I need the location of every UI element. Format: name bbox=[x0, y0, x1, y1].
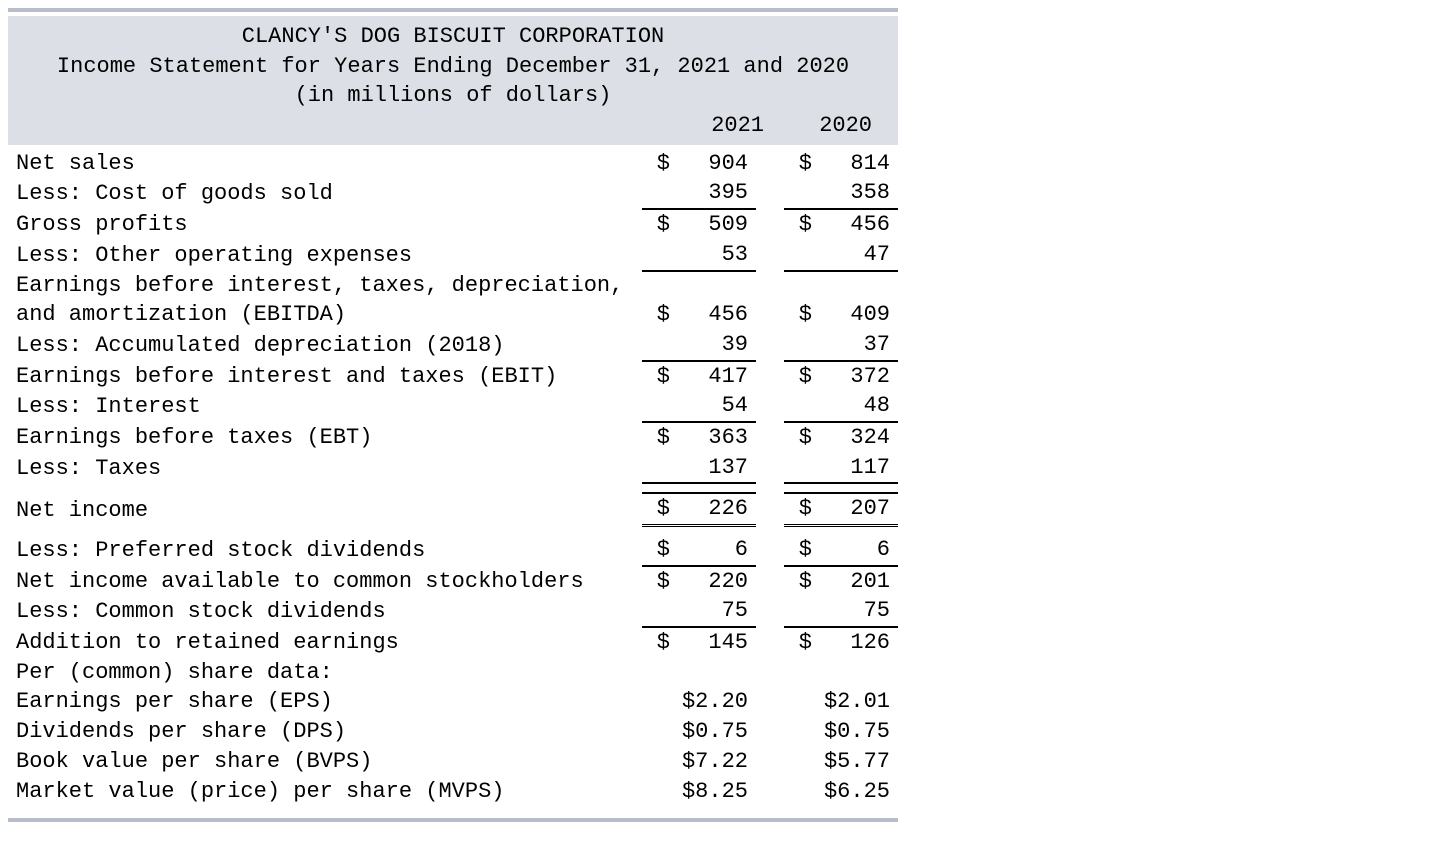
row-interest: Less: Interest 54 48 bbox=[8, 391, 898, 422]
value-2020: 117 bbox=[820, 453, 898, 484]
label: Earnings before interest and taxes (EBIT… bbox=[8, 361, 642, 392]
row-mvps: Market value (price) per share (MVPS) $8… bbox=[8, 777, 898, 807]
value-2021: $8.25 bbox=[642, 777, 756, 807]
col-year-a: 2021 bbox=[664, 111, 772, 141]
statement-header: CLANCY'S DOG BISCUIT CORPORATION Income … bbox=[8, 16, 898, 145]
value-2021: 39 bbox=[678, 330, 756, 361]
label: Less: Common stock dividends bbox=[8, 596, 642, 627]
label: Per (common) share data: bbox=[8, 658, 642, 688]
label: Less: Interest bbox=[8, 391, 642, 422]
label: Earnings before taxes (EBT) bbox=[8, 422, 642, 453]
label: Net sales bbox=[8, 149, 642, 179]
label: Less: Preferred stock dividends bbox=[8, 535, 642, 566]
value-2021: 456 bbox=[678, 300, 756, 330]
value-2021: 220 bbox=[678, 566, 756, 597]
label: Less: Taxes bbox=[8, 453, 642, 484]
value-2021: 75 bbox=[678, 596, 756, 627]
label: Net income bbox=[8, 493, 642, 525]
row-cogs: Less: Cost of goods sold 395 358 bbox=[8, 178, 898, 209]
row-net-income: Net income $ 226 $ 207 bbox=[8, 493, 898, 525]
value-2020: $2.01 bbox=[784, 687, 898, 717]
value-2020: 201 bbox=[820, 566, 898, 597]
row-depreciation: Less: Accumulated depreciation (2018) 39… bbox=[8, 330, 898, 361]
income-statement-table: Net sales $ 904 $ 814 Less: Cost of good… bbox=[8, 149, 898, 806]
value-2021: 54 bbox=[678, 391, 756, 422]
value-2021: 226 bbox=[678, 493, 756, 525]
row-gross-profits: Gross profits $ 509 $ 456 bbox=[8, 209, 898, 240]
label: Less: Cost of goods sold bbox=[8, 178, 642, 209]
currency-symbol: $ bbox=[642, 149, 678, 179]
value-2020: 324 bbox=[820, 422, 898, 453]
value-2021: 417 bbox=[678, 361, 756, 392]
value-2020: 48 bbox=[820, 391, 898, 422]
value-2021: 395 bbox=[678, 178, 756, 209]
value-2020: 358 bbox=[820, 178, 898, 209]
label: Net income available to common stockhold… bbox=[8, 566, 642, 597]
value-2020: 37 bbox=[820, 330, 898, 361]
row-addition-retained-earnings: Addition to retained earnings $ 145 $ 12… bbox=[8, 627, 898, 658]
label: Less: Accumulated depreciation (2018) bbox=[8, 330, 642, 361]
column-headers: 2021 2020 bbox=[26, 111, 880, 141]
col-year-b: 2020 bbox=[772, 111, 880, 141]
row-preferred-dividends: Less: Preferred stock dividends $ 6 $ 6 bbox=[8, 535, 898, 566]
value-2020: 409 bbox=[820, 300, 898, 330]
label: Gross profits bbox=[8, 209, 642, 240]
row-common-dividends: Less: Common stock dividends 75 75 bbox=[8, 596, 898, 627]
value-2021: $0.75 bbox=[642, 717, 756, 747]
row-dps: Dividends per share (DPS) $0.75 $0.75 bbox=[8, 717, 898, 747]
value-2021: 6 bbox=[678, 535, 756, 566]
row-ebt: Earnings before taxes (EBT) $ 363 $ 324 bbox=[8, 422, 898, 453]
label: Addition to retained earnings bbox=[8, 627, 642, 658]
row-ebitda-line1: Earnings before interest, taxes, depreci… bbox=[8, 271, 898, 301]
row-other-opex: Less: Other operating expenses 53 47 bbox=[8, 240, 898, 271]
row-ebit: Earnings before interest and taxes (EBIT… bbox=[8, 361, 898, 392]
row-ebitda: and amortization (EBITDA) $ 456 $ 409 bbox=[8, 300, 898, 330]
label: Dividends per share (DPS) bbox=[8, 717, 642, 747]
label: Market value (price) per share (MVPS) bbox=[8, 777, 642, 807]
label: Less: Other operating expenses bbox=[8, 240, 642, 271]
value-2020: $6.25 bbox=[784, 777, 898, 807]
row-eps: Earnings per share (EPS) $2.20 $2.01 bbox=[8, 687, 898, 717]
value-2020: 207 bbox=[820, 493, 898, 525]
label: and amortization (EBITDA) bbox=[8, 300, 642, 330]
value-2021: 509 bbox=[678, 209, 756, 240]
statement-units: (in millions of dollars) bbox=[26, 81, 880, 111]
row-per-share-header: Per (common) share data: bbox=[8, 658, 898, 688]
row-bvps: Book value per share (BVPS) $7.22 $5.77 bbox=[8, 747, 898, 777]
company-name: CLANCY'S DOG BISCUIT CORPORATION bbox=[26, 22, 880, 52]
row-taxes: Less: Taxes 137 117 bbox=[8, 453, 898, 484]
label: Book value per share (BVPS) bbox=[8, 747, 642, 777]
value-2020: 814 bbox=[820, 149, 898, 179]
value-2021: 904 bbox=[678, 149, 756, 179]
income-statement: CLANCY'S DOG BISCUIT CORPORATION Income … bbox=[8, 8, 898, 822]
value-2021: 363 bbox=[678, 422, 756, 453]
value-2021: $7.22 bbox=[642, 747, 756, 777]
value-2020: 456 bbox=[820, 209, 898, 240]
row-net-sales: Net sales $ 904 $ 814 bbox=[8, 149, 898, 179]
value-2021: $2.20 bbox=[642, 687, 756, 717]
value-2020: 47 bbox=[820, 240, 898, 271]
currency-symbol: $ bbox=[784, 149, 820, 179]
value-2021: 137 bbox=[678, 453, 756, 484]
label: Earnings per share (EPS) bbox=[8, 687, 642, 717]
value-2020: 75 bbox=[820, 596, 898, 627]
value-2021: 145 bbox=[678, 627, 756, 658]
value-2020: $5.77 bbox=[784, 747, 898, 777]
value-2020: 126 bbox=[820, 627, 898, 658]
value-2021: 53 bbox=[678, 240, 756, 271]
statement-title: Income Statement for Years Ending Decemb… bbox=[26, 52, 880, 82]
value-2020: 6 bbox=[820, 535, 898, 566]
value-2020: $0.75 bbox=[784, 717, 898, 747]
label: Earnings before interest, taxes, depreci… bbox=[8, 271, 642, 301]
row-ni-available-common: Net income available to common stockhold… bbox=[8, 566, 898, 597]
value-2020: 372 bbox=[820, 361, 898, 392]
